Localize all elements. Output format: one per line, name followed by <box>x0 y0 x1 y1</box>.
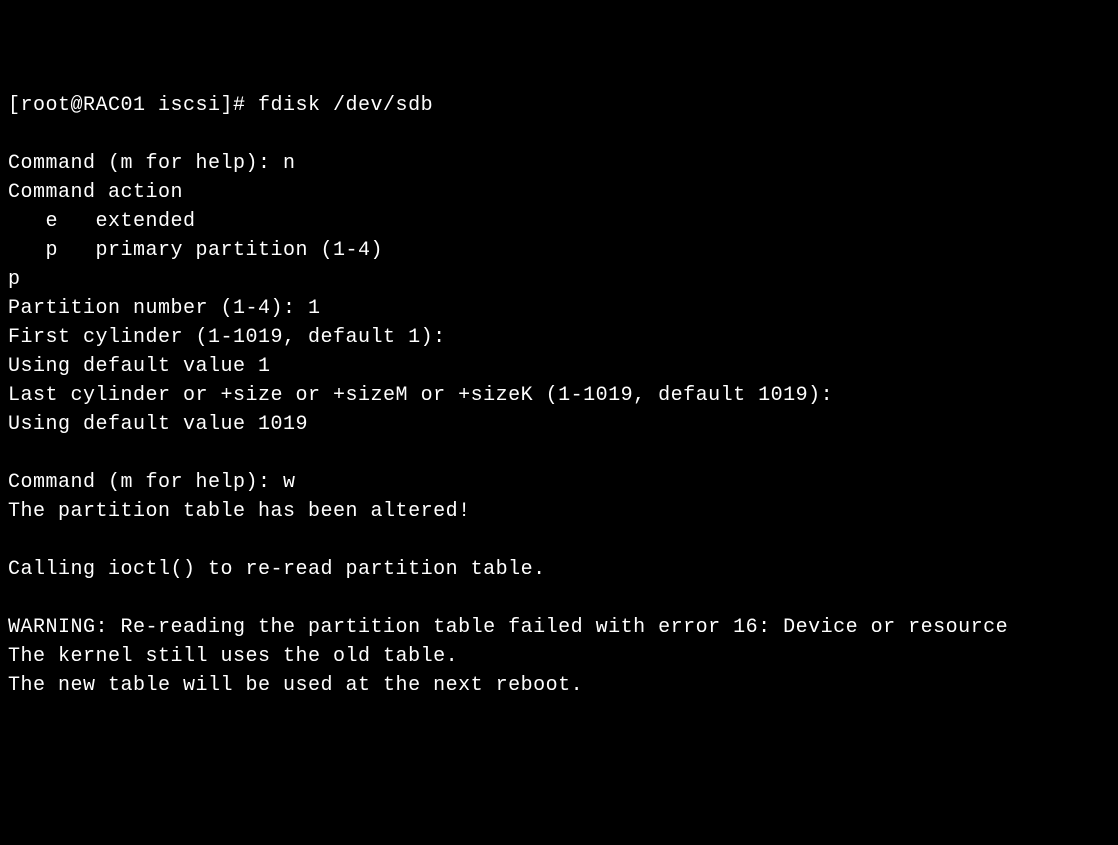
terminal-line: [root@RAC01 iscsi]# fdisk /dev/sdb <box>8 94 433 117</box>
terminal-line: Last cylinder or +size or +sizeM or +siz… <box>8 384 833 407</box>
terminal-line: p primary partition (1-4) <box>8 239 383 262</box>
terminal-line: Using default value 1 <box>8 355 271 378</box>
terminal-line: Command action <box>8 181 183 204</box>
terminal-line: Command (m for help): n <box>8 152 296 175</box>
terminal-line: Partition number (1-4): 1 <box>8 297 321 320</box>
terminal-line: p <box>8 268 21 291</box>
terminal-line: First cylinder (1-1019, default 1): <box>8 326 446 349</box>
terminal-line: Using default value 1019 <box>8 413 308 436</box>
terminal-line: The new table will be used at the next r… <box>8 674 583 697</box>
terminal-output[interactable]: [root@RAC01 iscsi]# fdisk /dev/sdb Comma… <box>8 91 1110 700</box>
terminal-line: e extended <box>8 210 196 233</box>
terminal-line: WARNING: Re-reading the partition table … <box>8 616 1008 639</box>
terminal-line: Calling ioctl() to re-read partition tab… <box>8 558 546 581</box>
terminal-line: The partition table has been altered! <box>8 500 471 523</box>
terminal-line: Command (m for help): w <box>8 471 296 494</box>
terminal-line: The kernel still uses the old table. <box>8 645 458 668</box>
